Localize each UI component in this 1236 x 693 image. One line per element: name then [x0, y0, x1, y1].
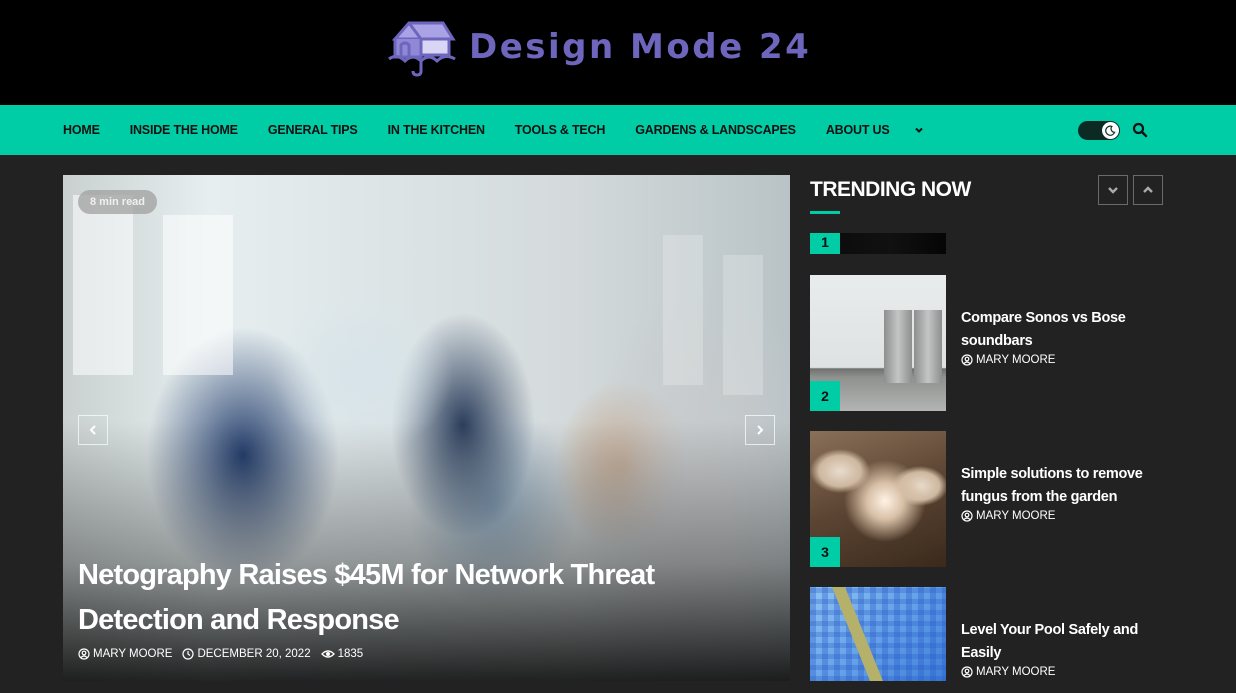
chevron-down-icon[interactable] — [914, 125, 924, 135]
trending-author[interactable]: MARY MOORE — [961, 510, 1151, 522]
author-name: MARY MOORE — [976, 354, 1056, 366]
trending-prev-button[interactable] — [1133, 175, 1163, 205]
trending-author[interactable]: MARY MOORE — [961, 666, 1151, 678]
trending-rank: 3 — [810, 537, 840, 567]
dark-mode-toggle[interactable] — [1078, 121, 1120, 140]
trending-item[interactable]: 1 — [810, 233, 1170, 254]
trending-heading: TRENDING NOW — [810, 178, 971, 201]
trending-author[interactable]: MARY MOORE — [961, 354, 1151, 366]
eye-icon — [320, 650, 335, 658]
trending-text: Simple solutions to remove fungus from t… — [961, 463, 1151, 522]
user-icon — [961, 666, 973, 678]
read-time-badge: 8 min read — [78, 190, 158, 214]
umbrella-house-icon — [388, 21, 456, 77]
chevron-right-icon — [757, 425, 764, 435]
slider-next-button[interactable] — [745, 415, 775, 445]
article-views: 1835 — [320, 648, 364, 660]
trending-text: Compare Sonos vs Bose soundbars MARY MOO… — [961, 307, 1151, 366]
moon-icon — [1105, 125, 1116, 136]
trending-thumbnail[interactable]: 3 — [810, 431, 946, 567]
featured-article-title[interactable]: Netography Raises $45M for Network Threa… — [78, 553, 718, 643]
speaker-shape — [884, 310, 912, 383]
author-name: MARY MOORE — [93, 648, 173, 660]
nav-item-gardens-landscapes[interactable]: GARDENS & LANDSCAPES — [635, 123, 796, 137]
trending-thumbnail[interactable]: 1 — [810, 233, 946, 254]
site-title[interactable]: Design Mode 24 — [469, 27, 811, 67]
nav-item-home[interactable]: HOME — [63, 123, 100, 137]
trending-headline[interactable]: Simple solutions to remove fungus from t… — [961, 463, 1151, 509]
user-icon — [961, 354, 973, 366]
trending-next-button[interactable] — [1098, 175, 1128, 205]
trending-rank: 1 — [810, 233, 840, 254]
slider-prev-button[interactable] — [78, 415, 108, 445]
heading-underline — [810, 211, 840, 214]
toggle-knob — [1102, 122, 1119, 139]
trending-text: Level Your Pool Safely and Easily MARY M… — [961, 619, 1151, 678]
author-name: MARY MOORE — [976, 510, 1056, 522]
user-icon — [78, 648, 90, 660]
chevron-up-icon — [1143, 186, 1153, 193]
chevron-down-icon — [1108, 187, 1118, 194]
user-icon — [961, 510, 973, 522]
chevron-left-icon — [89, 425, 96, 435]
featured-slider[interactable]: 8 min read Netography Raises $45M for Ne… — [63, 175, 790, 681]
nav-item-in-the-kitchen[interactable]: IN THE KITCHEN — [388, 123, 485, 137]
trending-thumbnail[interactable] — [810, 587, 946, 681]
hero-image-window — [73, 195, 133, 375]
trending-item[interactable]: 3 Simple solutions to remove fungus from… — [810, 431, 1170, 567]
site-header: Design Mode 24 — [0, 0, 1236, 105]
trending-rank: 2 — [810, 381, 840, 411]
nav-item-tools-tech[interactable]: TOOLS & TECH — [515, 123, 606, 137]
search-icon[interactable] — [1132, 122, 1148, 138]
hero-image-window — [723, 255, 763, 395]
trending-item[interactable]: 2 Compare Sonos vs Bose soundbars MARY M… — [810, 275, 1170, 411]
hero-image-window — [663, 235, 703, 385]
speaker-shape — [914, 310, 942, 383]
nav-item-about-us[interactable]: ABOUT US — [826, 123, 890, 137]
hero-image-window — [163, 215, 233, 375]
nav-item-inside-the-home[interactable]: INSIDE THE HOME — [130, 123, 238, 137]
author-name: MARY MOORE — [976, 666, 1056, 678]
trending-headline[interactable]: Compare Sonos vs Bose soundbars — [961, 307, 1151, 353]
views-count: 1835 — [337, 648, 364, 660]
featured-article-meta: MARY MOORE DECEMBER 20, 2022 1835 — [78, 648, 373, 660]
trending-headline[interactable]: Level Your Pool Safely and Easily — [961, 619, 1151, 665]
article-date: DECEMBER 20, 2022 — [182, 648, 311, 660]
trending-thumbnail[interactable]: 2 — [810, 275, 946, 411]
trending-item[interactable]: Level Your Pool Safely and Easily MARY M… — [810, 587, 1170, 693]
clock-icon — [182, 648, 195, 660]
site-logo[interactable]: Design Mode 24 — [387, 17, 811, 77]
nav-item-general-tips[interactable]: GENERAL TIPS — [268, 123, 358, 137]
date-text: DECEMBER 20, 2022 — [197, 648, 311, 660]
article-author[interactable]: MARY MOORE — [78, 648, 172, 660]
tape-measure-shape — [828, 587, 886, 681]
main-navigation: HOME INSIDE THE HOME GENERAL TIPS IN THE… — [0, 105, 1236, 155]
